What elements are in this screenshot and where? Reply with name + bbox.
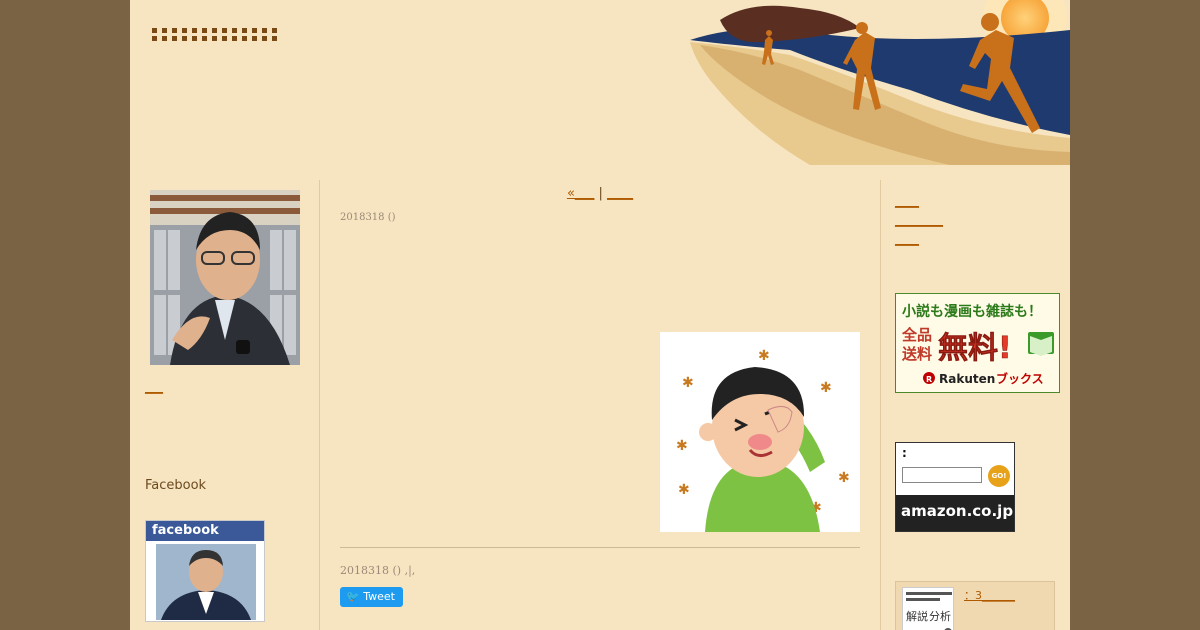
amazon-go-button[interactable]: GO!	[988, 465, 1010, 487]
post-date: 2018318 ()	[340, 212, 396, 223]
prev-post-link[interactable]: «___	[567, 186, 594, 201]
beach-runners-illustration	[690, 0, 1070, 165]
blog-page: ___ Facebook facebook «___ | ____ 201831…	[130, 0, 1070, 630]
profile-link[interactable]: ___	[145, 380, 163, 394]
facebook-badge[interactable]: facebook	[145, 520, 265, 622]
rakuten-free: 無料!	[938, 331, 1012, 366]
svg-text:✱: ✱	[820, 380, 832, 396]
facebook-heading: Facebook	[145, 478, 207, 493]
amazon-logo: amazon.co.jp	[896, 495, 1014, 531]
hay-fever-illustration: ✱ ✱ ✱ ✱ ✱ ✱ ✱	[660, 332, 860, 532]
post-navigation: «___ | ____	[320, 186, 880, 201]
sidebar-links: ____ ________ ____	[895, 192, 943, 249]
rakuten-brand: Rakuten	[939, 372, 995, 386]
rakuten-line-2: 全品	[901, 326, 932, 344]
amazon-search-widget: : GO! amazon.co.jp	[895, 442, 1015, 532]
svg-text:解説: 解説	[906, 609, 928, 623]
svg-text:✱: ✱	[676, 438, 688, 454]
rakuten-books-ad[interactable]: 小説も漫画も雑誌も！ 全品 送料 無料! R Rakuten ブックス	[895, 293, 1060, 393]
post-divider	[340, 547, 860, 548]
amazon-search-label: :	[902, 446, 907, 460]
book-cover[interactable]: 解説 分析	[902, 587, 954, 630]
sidebar-link-2[interactable]: ________	[895, 211, 943, 230]
right-sidebar: ____ ________ ____ 小説も漫画も雑誌も！ 全品 送料 無料! …	[880, 180, 1070, 630]
amazon-search-input[interactable]	[902, 467, 982, 483]
rakuten-brand-suffix: ブックス	[996, 371, 1044, 386]
facebook-logo: facebook	[146, 521, 264, 541]
sidebar-link-3[interactable]: ____	[895, 230, 943, 249]
tweet-label: Tweet	[363, 590, 395, 603]
facebook-profile-photo	[156, 544, 256, 620]
rakuten-line-3: 送料	[901, 345, 932, 363]
tweet-button[interactable]: 🐦 Tweet	[340, 587, 403, 607]
rakuten-tagline: 小説も漫画も雑誌も！	[902, 303, 1042, 320]
svg-text:✱: ✱	[758, 348, 770, 364]
book-link[interactable]: ：3______	[964, 587, 1015, 603]
nav-separator: |	[594, 186, 608, 201]
svg-text:✱: ✱	[678, 482, 690, 498]
next-post-link[interactable]: ____	[607, 186, 633, 201]
sidebar-link-1[interactable]: ____	[895, 192, 943, 211]
svg-text:分析: 分析	[929, 609, 951, 623]
profile-photo[interactable]	[150, 190, 300, 365]
svg-text:R: R	[926, 375, 932, 384]
svg-text:✱: ✱	[838, 470, 850, 486]
blog-title[interactable]	[152, 26, 282, 47]
twitter-bird-icon: 🐦	[346, 590, 360, 603]
svg-text:✱: ✱	[682, 375, 694, 391]
post-footer: 2018318 () ,|,	[340, 564, 416, 577]
featured-book: 解説 分析 ：3______	[895, 581, 1055, 630]
left-sidebar: ___ Facebook facebook	[130, 180, 320, 630]
main-content: «___ | ____ 2018318 () ✱ ✱ ✱ ✱ ✱ ✱ ✱ 201…	[320, 180, 880, 630]
